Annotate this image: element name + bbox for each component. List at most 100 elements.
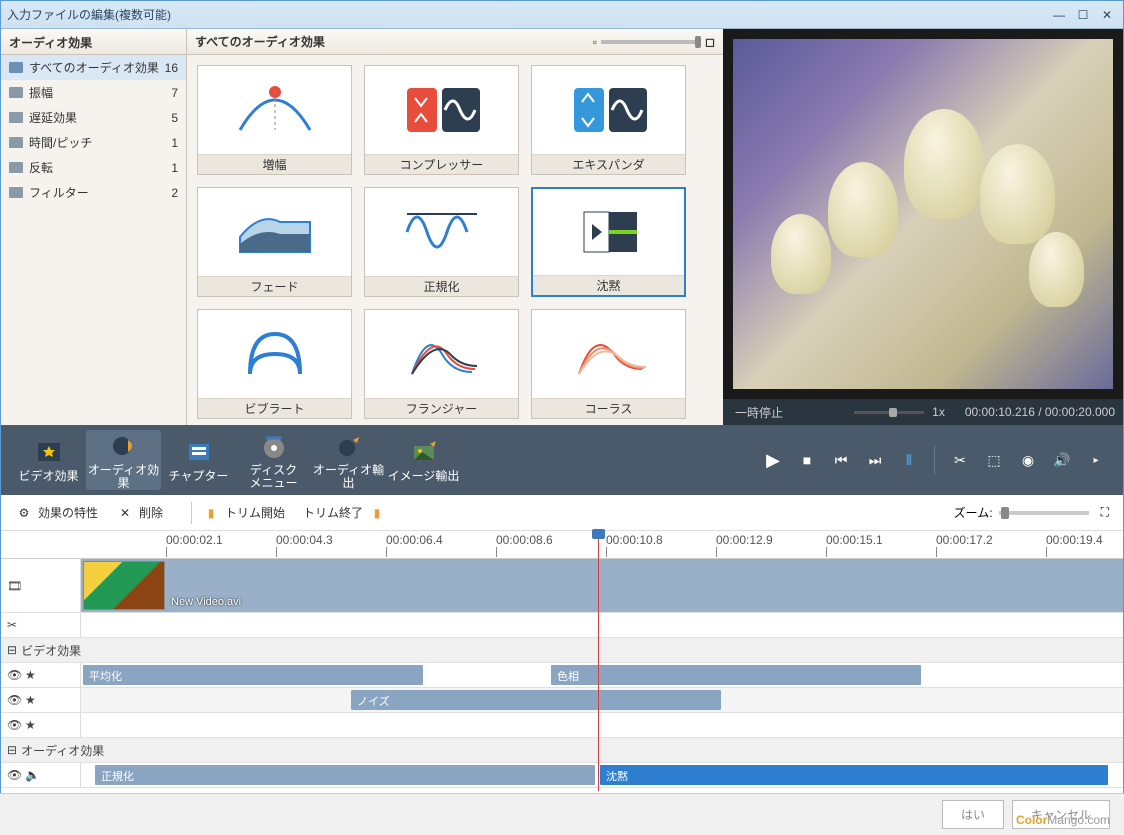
- timeline: 00:00:02.1 00:00:04.3 00:00:06.4 00:00:08.6…: [1, 531, 1123, 806]
- effect-label: 正規化: [365, 276, 518, 296]
- effect-properties-button[interactable]: ⚙ 効果の特性: [15, 504, 98, 522]
- effects-sidebar: オーディオ効果 すべてのオーディオ効果16振幅7遅延効果5時間/ピッチ1反転1フ…: [1, 29, 187, 425]
- category-item[interactable]: すべてのオーディオ効果16: [1, 55, 186, 80]
- playhead[interactable]: [598, 531, 599, 791]
- window-title: 入力ファイルの編集(複数可能): [7, 6, 171, 23]
- ruler-tick: 00:00:15.1: [826, 533, 883, 547]
- fit-icon[interactable]: ⛶: [1101, 505, 1109, 520]
- cancel-button[interactable]: キャンセル: [1012, 800, 1110, 829]
- folder-icon: [9, 137, 23, 148]
- effect-item[interactable]: 沈黙: [531, 187, 686, 297]
- visibility-icon[interactable]: 👁: [7, 768, 21, 782]
- clip-silence[interactable]: 沈黙: [600, 765, 1108, 785]
- ruler-tick: 00:00:19.4: [1046, 533, 1103, 547]
- cut-track: ✂: [1, 613, 1123, 638]
- fx-icon: ★: [25, 693, 36, 707]
- film-icon: 🎞: [7, 579, 22, 593]
- effect-item[interactable]: ビブラート: [197, 309, 352, 419]
- ruler-tick: 00:00:04.3: [276, 533, 333, 547]
- category-item[interactable]: フィルター2: [1, 180, 186, 205]
- stop-button[interactable]: ■: [794, 447, 820, 473]
- thumb-size-large-icon: ◻: [705, 35, 715, 49]
- ruler-tick: 00:00:06.4: [386, 533, 443, 547]
- category-item[interactable]: 遅延効果5: [1, 105, 186, 130]
- effect-item[interactable]: エキスパンダ: [531, 65, 686, 175]
- step-button[interactable]: ⦀: [896, 447, 922, 473]
- toolbar-icon: [258, 430, 290, 462]
- category-item[interactable]: 振幅7: [1, 80, 186, 105]
- ruler-tick: 00:00:08.6: [496, 533, 553, 547]
- clip-hue[interactable]: 色相: [551, 665, 921, 685]
- effect-item[interactable]: 正規化: [364, 187, 519, 297]
- video-track-body[interactable]: New Video.avi: [81, 559, 1123, 612]
- trim-start-button[interactable]: ▮ トリム開始: [202, 504, 285, 522]
- sub-toolbar: ⚙ 効果の特性 ✕ 削除 ▮ トリム開始 トリム終了 ▮ ズーム: ⛶: [1, 495, 1123, 531]
- prev-frame-button[interactable]: ⏮: [828, 447, 854, 473]
- effect-icon: [532, 310, 685, 398]
- effect-item[interactable]: コーラス: [531, 309, 686, 419]
- zoom-slider[interactable]: [999, 511, 1089, 515]
- effect-item[interactable]: フランジャー: [364, 309, 519, 419]
- toolbar-button[interactable]: ビデオ効果: [11, 430, 86, 490]
- fx-icon: ★: [25, 718, 36, 732]
- collapse-icon[interactable]: ⊟: [7, 743, 17, 757]
- toolbar-button[interactable]: オーディオ輸出: [311, 430, 386, 490]
- effect-item[interactable]: フェード: [197, 187, 352, 297]
- crop-button[interactable]: ⬚: [981, 447, 1007, 473]
- maximize-button[interactable]: ☐: [1073, 6, 1093, 24]
- effect-track-2: 👁 ★ ノイズ: [1, 688, 1123, 713]
- preview-seekbar[interactable]: [854, 411, 924, 414]
- toolbar-button[interactable]: イメージ輸出: [386, 430, 461, 490]
- toolbar-icon: [108, 430, 140, 462]
- volume-button[interactable]: 🔊: [1049, 447, 1075, 473]
- visibility-icon[interactable]: 👁: [7, 693, 21, 707]
- folder-icon: [9, 112, 23, 123]
- snapshot-button[interactable]: ◉: [1015, 447, 1041, 473]
- video-track: 🎞 New Video.avi: [1, 559, 1123, 613]
- trim-end-button[interactable]: トリム終了 ▮: [303, 504, 391, 522]
- category-item[interactable]: 時間/ピッチ1: [1, 130, 186, 155]
- thumbnail-size-slider[interactable]: [601, 40, 701, 44]
- delete-button[interactable]: ✕ 削除: [116, 504, 163, 522]
- effect-label: フェード: [198, 276, 351, 296]
- visibility-icon[interactable]: 👁: [7, 668, 21, 682]
- timeline-ruler[interactable]: 00:00:02.1 00:00:04.3 00:00:06.4 00:00:08.6…: [1, 531, 1123, 559]
- toolbar-button[interactable]: チャプター: [161, 430, 236, 490]
- next-frame-button[interactable]: ⏭: [862, 447, 888, 473]
- cut-button[interactable]: ✂: [947, 447, 973, 473]
- titlebar: 入力ファイルの編集(複数可能) — ☐ ✕: [1, 1, 1123, 29]
- category-item[interactable]: 反転1: [1, 155, 186, 180]
- effect-item[interactable]: 増幅: [197, 65, 352, 175]
- expand-button[interactable]: ▸: [1083, 447, 1109, 473]
- collapse-icon[interactable]: ⊟: [7, 643, 17, 657]
- effect-label: コーラス: [532, 398, 685, 418]
- clip-equalization[interactable]: 平均化: [83, 665, 423, 685]
- minimize-button[interactable]: —: [1049, 6, 1069, 24]
- preview-time: 00:00:10.216 / 00:00:20.000: [965, 405, 1115, 419]
- fx-icon: ★: [25, 668, 36, 682]
- preview-image: [733, 39, 1113, 389]
- toolbar-icon: [333, 430, 365, 462]
- effect-icon: [198, 188, 351, 276]
- effect-label: コンプレッサー: [365, 154, 518, 174]
- audio-effects-group: ⊟ オーディオ効果: [1, 738, 1123, 763]
- visibility-icon[interactable]: 👁: [7, 718, 21, 732]
- ruler-tick: 00:00:17.2: [936, 533, 993, 547]
- effect-label: 沈黙: [533, 275, 684, 295]
- clip-noise[interactable]: ノイズ: [351, 690, 721, 710]
- toolbar-icon: [183, 436, 215, 468]
- video-clip-label: New Video.avi: [171, 596, 241, 608]
- ruler-tick: 00:00:02.1: [166, 533, 223, 547]
- ok-button[interactable]: はい: [942, 800, 1004, 829]
- close-button[interactable]: ✕: [1097, 6, 1117, 24]
- video-thumbnail: [83, 561, 165, 610]
- toolbar-button[interactable]: オーディオ効果: [86, 430, 161, 490]
- play-button[interactable]: ▶: [760, 447, 786, 473]
- delete-icon: ✕: [116, 504, 134, 522]
- effect-item[interactable]: コンプレッサー: [364, 65, 519, 175]
- clip-normalize[interactable]: 正規化: [95, 765, 595, 785]
- effect-track-3: 👁★: [1, 713, 1123, 738]
- ruler-tick: 00:00:10.8: [606, 533, 663, 547]
- effect-label: フランジャー: [365, 398, 518, 418]
- toolbar-button[interactable]: ディスク メニュー: [236, 430, 311, 490]
